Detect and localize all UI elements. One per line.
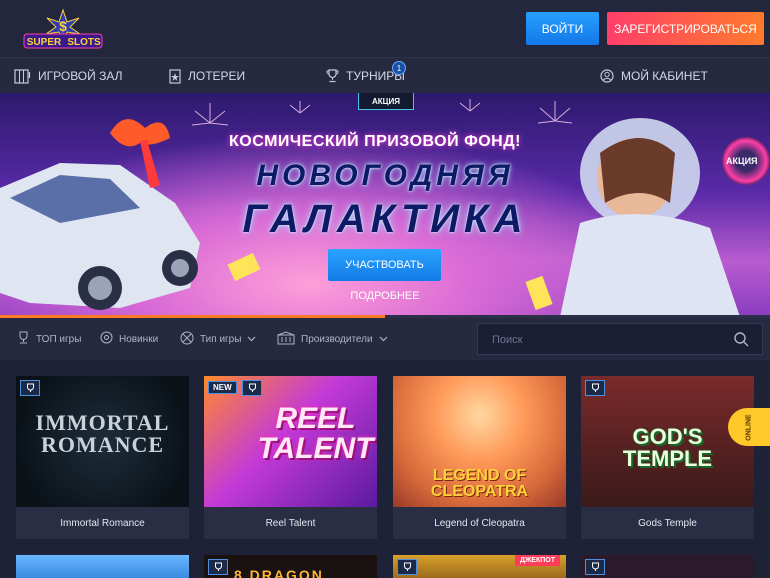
slot-machine-icon xyxy=(14,68,31,84)
filter-label: Тип игры xyxy=(200,333,242,345)
partial-game-title: 8 DRAGON xyxy=(234,567,324,578)
game-card-partial[interactable]: ДЖЕКПОТ xyxy=(393,555,566,578)
search-input[interactable] xyxy=(492,331,712,349)
trophy-icon xyxy=(208,559,228,575)
banner-subtitle: КОСМИЧЕСКИЙ ПРИЗОВОЙ ФОНД! xyxy=(229,133,521,150)
trophy-icon xyxy=(20,380,40,396)
more-details-link[interactable]: ПОДРОБНЕЕ xyxy=(330,290,440,302)
game-thumbnail: IMMORTAL ROMANCE xyxy=(16,376,189,507)
svg-text:$: $ xyxy=(59,18,67,34)
search-icon[interactable] xyxy=(734,332,749,352)
game-card[interactable]: REEL TALENT NEW Reel Talent xyxy=(204,376,377,539)
tournaments-count-badge: 1 xyxy=(392,61,406,75)
thumb-title: IMMORTAL ROMANCE xyxy=(35,410,170,457)
side-promo-label: АКЦИЯ xyxy=(726,156,758,166)
nav-label: ИГРОВОЙ ЗАЛ xyxy=(38,69,123,83)
svg-text:SUPER: SUPER xyxy=(27,37,62,48)
nav-item-tournaments[interactable]: ТУРНИРЫ 1 xyxy=(326,58,406,94)
game-type-icon xyxy=(180,331,194,348)
thumb-title: REEL TALENT xyxy=(257,402,374,465)
filter-label: ТОП игры xyxy=(36,333,82,345)
trophy-icon xyxy=(242,380,262,396)
game-card-partial[interactable] xyxy=(581,555,754,578)
super-slots-logo[interactable]: $ SUPER SLOTS xyxy=(22,8,104,50)
game-name: Reel Talent xyxy=(204,507,377,539)
filter-new[interactable]: Новинки xyxy=(100,318,158,360)
header: $ SUPER SLOTS ВОЙТИ ЗАРЕГИСТРИРОВАТЬСЯ xyxy=(0,0,770,57)
online-support-tab[interactable]: ONLINE xyxy=(728,408,770,446)
new-badge: NEW xyxy=(208,381,237,394)
search-box xyxy=(477,323,763,355)
user-icon xyxy=(600,69,614,83)
trophy-icon xyxy=(585,380,605,396)
top-games-icon xyxy=(17,331,30,347)
nav-label: ЛОТЕРЕИ xyxy=(188,69,246,83)
online-label: ONLINE xyxy=(745,413,753,441)
promo-banner[interactable]: АКЦИЯ КОСМИЧЕСКИЙ ПРИЗОВОЙ ФОНД! НОВОГОД… xyxy=(0,93,770,317)
game-card[interactable]: IMMORTAL ROMANCE Immortal Romance xyxy=(16,376,189,539)
login-button[interactable]: ВОЙТИ xyxy=(526,12,599,45)
filter-top-games[interactable]: ТОП игры xyxy=(17,318,81,360)
providers-icon xyxy=(277,330,295,348)
game-thumbnail: GOD'S TEMPLE xyxy=(581,376,754,507)
trophy-icon xyxy=(326,69,339,83)
chevron-down-icon xyxy=(379,334,388,345)
game-filters: ТОП игры Новинки Тип игры Производители xyxy=(0,318,770,360)
nav-label: МОЙ КАБИНЕТ xyxy=(621,69,708,83)
lottery-ticket-icon xyxy=(169,68,181,84)
register-button[interactable]: ЗАРЕГИСТРИРОВАТЬСЯ xyxy=(607,12,764,45)
filter-label: Новинки xyxy=(119,333,159,345)
thumb-title: LEGEND OF CLEOPATRA xyxy=(430,467,529,500)
trophy-icon xyxy=(397,559,417,575)
game-card-partial[interactable] xyxy=(16,555,189,578)
game-card[interactable]: GOD'S TEMPLE Gods Temple xyxy=(581,376,754,539)
new-games-icon xyxy=(100,331,113,347)
nav-item-my-account[interactable]: МОЙ КАБИНЕТ xyxy=(600,58,708,94)
side-promo-badge[interactable]: АКЦИЯ xyxy=(722,137,770,185)
game-name: Gods Temple xyxy=(581,507,754,539)
game-thumbnail: REEL TALENT xyxy=(204,376,377,507)
svg-text:SLOTS: SLOTS xyxy=(67,37,101,48)
main-nav: ИГРОВОЙ ЗАЛ ЛОТЕРЕИ ТУРНИРЫ 1 МОЙ КАБИНЕ… xyxy=(0,57,770,93)
filter-providers[interactable]: Производители xyxy=(277,318,388,360)
banner-title-line2: ГАЛАКТИКА xyxy=(242,197,528,241)
chevron-down-icon xyxy=(247,334,256,345)
jackpot-badge: ДЖЕКПОТ xyxy=(514,555,560,566)
filter-game-type[interactable]: Тип игры xyxy=(180,318,256,360)
nav-item-lotteries[interactable]: ЛОТЕРЕИ xyxy=(169,58,245,94)
game-card[interactable]: LEGEND OF CLEOPATRA Legend of Cleopatra xyxy=(393,376,566,539)
banner-title-line1: НОВОГОДНЯЯ xyxy=(256,159,514,192)
game-name: Legend of Cleopatra xyxy=(393,507,566,539)
game-thumbnail: LEGEND OF CLEOPATRA xyxy=(393,376,566,507)
trophy-icon xyxy=(585,559,605,575)
game-card-partial[interactable]: 8 DRAGON xyxy=(204,555,377,578)
game-name: Immortal Romance xyxy=(16,507,189,539)
filter-label: Производители xyxy=(301,333,373,345)
promo-tag: АКЦИЯ xyxy=(358,93,414,110)
nav-item-game-hall[interactable]: ИГРОВОЙ ЗАЛ xyxy=(14,58,123,94)
participate-button[interactable]: УЧАСТВОВАТЬ xyxy=(328,249,441,281)
